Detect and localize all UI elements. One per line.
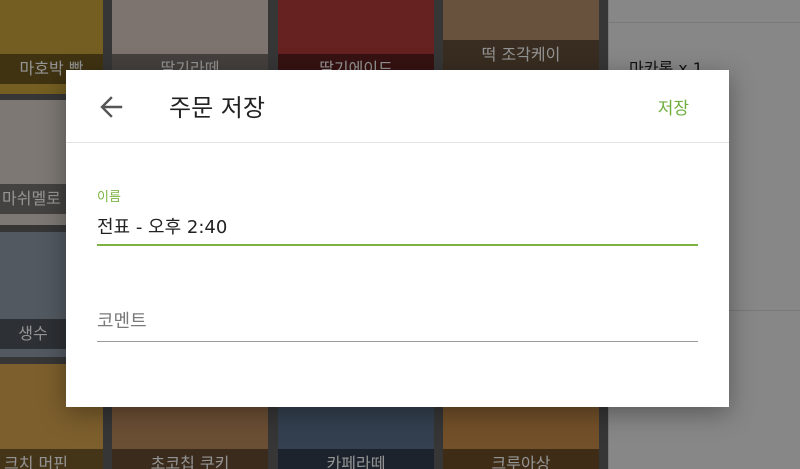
name-field-label: 이름 (97, 190, 121, 205)
dialog-title: 주문 저장 (169, 94, 265, 122)
comment-field[interactable] (97, 302, 698, 342)
save-button[interactable]: 저장 (658, 94, 689, 119)
save-order-dialog: 주문 저장 저장 이름 (66, 70, 729, 407)
name-field[interactable] (97, 208, 698, 246)
back-button[interactable] (94, 90, 128, 124)
dialog-header: 주문 저장 저장 (66, 70, 729, 143)
arrow-left-icon (100, 96, 123, 118)
